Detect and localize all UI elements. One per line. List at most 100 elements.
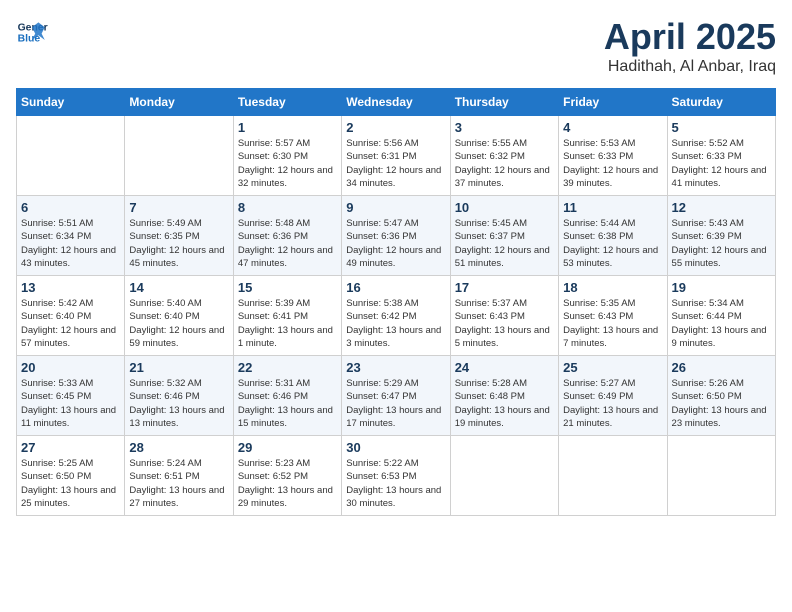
day-number: 6 — [21, 200, 120, 215]
day-info: Sunrise: 5:55 AMSunset: 6:32 PMDaylight:… — [455, 137, 554, 190]
day-number: 9 — [346, 200, 445, 215]
calendar-cell: 25 Sunrise: 5:27 AMSunset: 6:49 PMDayligh… — [559, 356, 667, 436]
calendar-table: SundayMondayTuesdayWednesdayThursdayFrid… — [16, 88, 776, 516]
logo: General Blue — [16, 16, 48, 48]
day-number: 23 — [346, 360, 445, 375]
calendar-cell: 27 Sunrise: 5:25 AMSunset: 6:50 PMDayligh… — [17, 436, 125, 516]
day-info: Sunrise: 5:38 AMSunset: 6:42 PMDaylight:… — [346, 297, 445, 350]
day-number: 16 — [346, 280, 445, 295]
day-number: 15 — [238, 280, 337, 295]
calendar-cell — [559, 436, 667, 516]
calendar-cell: 2 Sunrise: 5:56 AMSunset: 6:31 PMDaylight… — [342, 116, 450, 196]
logo-icon: General Blue — [16, 16, 48, 48]
day-info: Sunrise: 5:25 AMSunset: 6:50 PMDaylight:… — [21, 457, 120, 510]
day-number: 21 — [129, 360, 228, 375]
title-area: April 2025 Hadithah, Al Anbar, Iraq — [604, 16, 776, 76]
day-number: 4 — [563, 120, 662, 135]
calendar-cell: 13 Sunrise: 5:42 AMSunset: 6:40 PMDayligh… — [17, 276, 125, 356]
calendar-cell: 21 Sunrise: 5:32 AMSunset: 6:46 PMDayligh… — [125, 356, 233, 436]
calendar-cell: 6Sunrise: 5:51 AMSunset: 6:34 PMDaylight… — [17, 196, 125, 276]
day-info: Sunrise: 5:52 AMSunset: 6:33 PMDaylight:… — [672, 137, 771, 190]
calendar-cell: 14 Sunrise: 5:40 AMSunset: 6:40 PMDayligh… — [125, 276, 233, 356]
day-number: 27 — [21, 440, 120, 455]
day-number: 20 — [21, 360, 120, 375]
day-info: Sunrise: 5:57 AMSunset: 6:30 PMDaylight:… — [238, 137, 337, 190]
calendar-cell: 10 Sunrise: 5:45 AMSunset: 6:37 PMDayligh… — [450, 196, 558, 276]
day-number: 30 — [346, 440, 445, 455]
day-number: 13 — [21, 280, 120, 295]
calendar-cell: 8 Sunrise: 5:48 AMSunset: 6:36 PMDaylight… — [233, 196, 341, 276]
day-info: Sunrise: 5:32 AMSunset: 6:46 PMDaylight:… — [129, 377, 228, 430]
day-info: Sunrise: 5:44 AMSunset: 6:38 PMDaylight:… — [563, 217, 662, 270]
calendar-cell: 12 Sunrise: 5:43 AMSunset: 6:39 PMDayligh… — [667, 196, 775, 276]
col-header-sunday: Sunday — [17, 89, 125, 116]
day-info: Sunrise: 5:23 AMSunset: 6:52 PMDaylight:… — [238, 457, 337, 510]
day-info: Sunrise: 5:35 AMSunset: 6:43 PMDaylight:… — [563, 297, 662, 350]
day-number: 26 — [672, 360, 771, 375]
calendar-cell: 19 Sunrise: 5:34 AMSunset: 6:44 PMDayligh… — [667, 276, 775, 356]
day-number: 25 — [563, 360, 662, 375]
day-info: Sunrise: 5:28 AMSunset: 6:48 PMDaylight:… — [455, 377, 554, 430]
day-number: 1 — [238, 120, 337, 135]
calendar-cell — [125, 116, 233, 196]
day-info: Sunrise: 5:43 AMSunset: 6:39 PMDaylight:… — [672, 217, 771, 270]
calendar-cell: 17 Sunrise: 5:37 AMSunset: 6:43 PMDayligh… — [450, 276, 558, 356]
day-number: 28 — [129, 440, 228, 455]
day-number: 8 — [238, 200, 337, 215]
calendar-cell: 26 Sunrise: 5:26 AMSunset: 6:50 PMDayligh… — [667, 356, 775, 436]
col-header-thursday: Thursday — [450, 89, 558, 116]
day-number: 14 — [129, 280, 228, 295]
day-info: Sunrise: 5:24 AMSunset: 6:51 PMDaylight:… — [129, 457, 228, 510]
calendar-cell: 22 Sunrise: 5:31 AMSunset: 6:46 PMDayligh… — [233, 356, 341, 436]
calendar-cell: 28 Sunrise: 5:24 AMSunset: 6:51 PMDayligh… — [125, 436, 233, 516]
calendar-cell: 20 Sunrise: 5:33 AMSunset: 6:45 PMDayligh… — [17, 356, 125, 436]
calendar-cell: 18 Sunrise: 5:35 AMSunset: 6:43 PMDayligh… — [559, 276, 667, 356]
day-number: 18 — [563, 280, 662, 295]
day-info: Sunrise: 5:37 AMSunset: 6:43 PMDaylight:… — [455, 297, 554, 350]
day-number: 24 — [455, 360, 554, 375]
day-number: 3 — [455, 120, 554, 135]
day-info: Sunrise: 5:31 AMSunset: 6:46 PMDaylight:… — [238, 377, 337, 430]
col-header-tuesday: Tuesday — [233, 89, 341, 116]
page-header: General Blue April 2025 Hadithah, Al Anb… — [16, 16, 776, 76]
calendar-cell: 15 Sunrise: 5:39 AMSunset: 6:41 PMDayligh… — [233, 276, 341, 356]
calendar-cell: 1 Sunrise: 5:57 AMSunset: 6:30 PMDaylight… — [233, 116, 341, 196]
calendar-cell: 24 Sunrise: 5:28 AMSunset: 6:48 PMDayligh… — [450, 356, 558, 436]
day-info: Sunrise: 5:33 AMSunset: 6:45 PMDaylight:… — [21, 377, 120, 430]
day-number: 7 — [129, 200, 228, 215]
calendar-cell: 7 Sunrise: 5:49 AMSunset: 6:35 PMDaylight… — [125, 196, 233, 276]
day-number: 2 — [346, 120, 445, 135]
day-info: Sunrise: 5:56 AMSunset: 6:31 PMDaylight:… — [346, 137, 445, 190]
month-title: April 2025 — [604, 16, 776, 58]
calendar-cell: 11 Sunrise: 5:44 AMSunset: 6:38 PMDayligh… — [559, 196, 667, 276]
day-info: Sunrise: 5:34 AMSunset: 6:44 PMDaylight:… — [672, 297, 771, 350]
day-info: Sunrise: 5:47 AMSunset: 6:36 PMDaylight:… — [346, 217, 445, 270]
day-number: 5 — [672, 120, 771, 135]
day-info: Sunrise: 5:45 AMSunset: 6:37 PMDaylight:… — [455, 217, 554, 270]
day-info: Sunrise: 5:49 AMSunset: 6:35 PMDaylight:… — [129, 217, 228, 270]
calendar-cell: 4Sunrise: 5:53 AMSunset: 6:33 PMDaylight… — [559, 116, 667, 196]
col-header-friday: Friday — [559, 89, 667, 116]
day-number: 17 — [455, 280, 554, 295]
day-info: Sunrise: 5:42 AMSunset: 6:40 PMDaylight:… — [21, 297, 120, 350]
location-title: Hadithah, Al Anbar, Iraq — [604, 58, 776, 76]
calendar-cell: 5 Sunrise: 5:52 AMSunset: 6:33 PMDaylight… — [667, 116, 775, 196]
day-number: 11 — [563, 200, 662, 215]
day-info: Sunrise: 5:26 AMSunset: 6:50 PMDaylight:… — [672, 377, 771, 430]
calendar-header: SundayMondayTuesdayWednesdayThursdayFrid… — [17, 89, 776, 116]
day-number: 10 — [455, 200, 554, 215]
day-number: 12 — [672, 200, 771, 215]
col-header-wednesday: Wednesday — [342, 89, 450, 116]
col-header-saturday: Saturday — [667, 89, 775, 116]
day-info: Sunrise: 5:48 AMSunset: 6:36 PMDaylight:… — [238, 217, 337, 270]
calendar-cell: 16 Sunrise: 5:38 AMSunset: 6:42 PMDayligh… — [342, 276, 450, 356]
calendar-cell: 29Sunrise: 5:23 AMSunset: 6:52 PMDayligh… — [233, 436, 341, 516]
day-number: 22 — [238, 360, 337, 375]
day-info: Sunrise: 5:22 AMSunset: 6:53 PMDaylight:… — [346, 457, 445, 510]
day-number: 19 — [672, 280, 771, 295]
calendar-cell: 30 Sunrise: 5:22 AMSunset: 6:53 PMDayligh… — [342, 436, 450, 516]
day-info: Sunrise: 5:40 AMSunset: 6:40 PMDaylight:… — [129, 297, 228, 350]
day-info: Sunrise: 5:39 AMSunset: 6:41 PMDaylight:… — [238, 297, 337, 350]
calendar-cell — [17, 116, 125, 196]
day-info: Sunrise: 5:27 AMSunset: 6:49 PMDaylight:… — [563, 377, 662, 430]
